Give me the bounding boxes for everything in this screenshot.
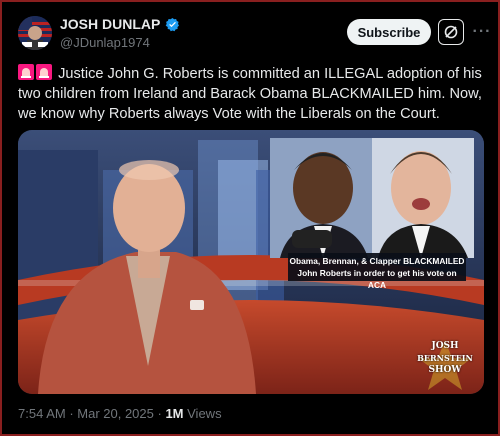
tweet-card: JOSH DUNLAP @JDunlap1974 Subscribe ··· J… bbox=[0, 0, 500, 436]
show-logo: JOSH BERNSTEIN SHOW bbox=[412, 340, 478, 390]
siren-icon bbox=[36, 64, 52, 80]
show-logo-line-2: BERNSTEIN bbox=[417, 353, 473, 363]
video-caption-line-2: John Roberts in order to get his vote on… bbox=[297, 268, 457, 290]
verified-badge-icon bbox=[166, 17, 180, 31]
author-handle[interactable]: @JDunlap1974 bbox=[60, 35, 150, 50]
views-count: 1M bbox=[165, 406, 184, 421]
video-caption-line-1: Obama, Brennan, & Clapper BLACKMAILED bbox=[289, 256, 465, 266]
tweet-date[interactable]: Mar 20, 2025 bbox=[77, 406, 154, 421]
avatar-icon bbox=[18, 16, 52, 50]
grok-button[interactable] bbox=[438, 19, 464, 45]
avatar[interactable] bbox=[18, 16, 52, 50]
tweet-video[interactable]: Obama, Brennan, & Clapper BLACKMAILED Jo… bbox=[18, 130, 484, 394]
video-caption: Obama, Brennan, & Clapper BLACKMAILED Jo… bbox=[288, 253, 466, 290]
show-logo-line-3: SHOW bbox=[428, 365, 462, 375]
tweet-time[interactable]: 7:54 AM bbox=[18, 406, 66, 421]
show-logo-line-1: JOSH bbox=[431, 341, 459, 351]
tweet-text: Justice John G. Roberts is committed an … bbox=[18, 64, 488, 124]
author-name-row[interactable]: JOSH DUNLAP bbox=[60, 16, 180, 32]
more-icon: ··· bbox=[472, 23, 492, 40]
meta-separator: · bbox=[65, 406, 78, 421]
meta-separator: · bbox=[153, 406, 166, 421]
tweet-meta: 7:54 AM · Mar 20, 2025 · 1M Views bbox=[18, 406, 222, 421]
views-label: Views bbox=[187, 406, 222, 421]
tweet-body: Justice John G. Roberts is committed an … bbox=[18, 66, 482, 122]
author-display-name[interactable]: JOSH DUNLAP bbox=[60, 16, 160, 32]
subscribe-button[interactable]: Subscribe bbox=[347, 19, 431, 45]
grok-icon bbox=[444, 25, 458, 39]
more-button[interactable]: ··· bbox=[472, 20, 492, 44]
siren-icon bbox=[18, 64, 34, 80]
